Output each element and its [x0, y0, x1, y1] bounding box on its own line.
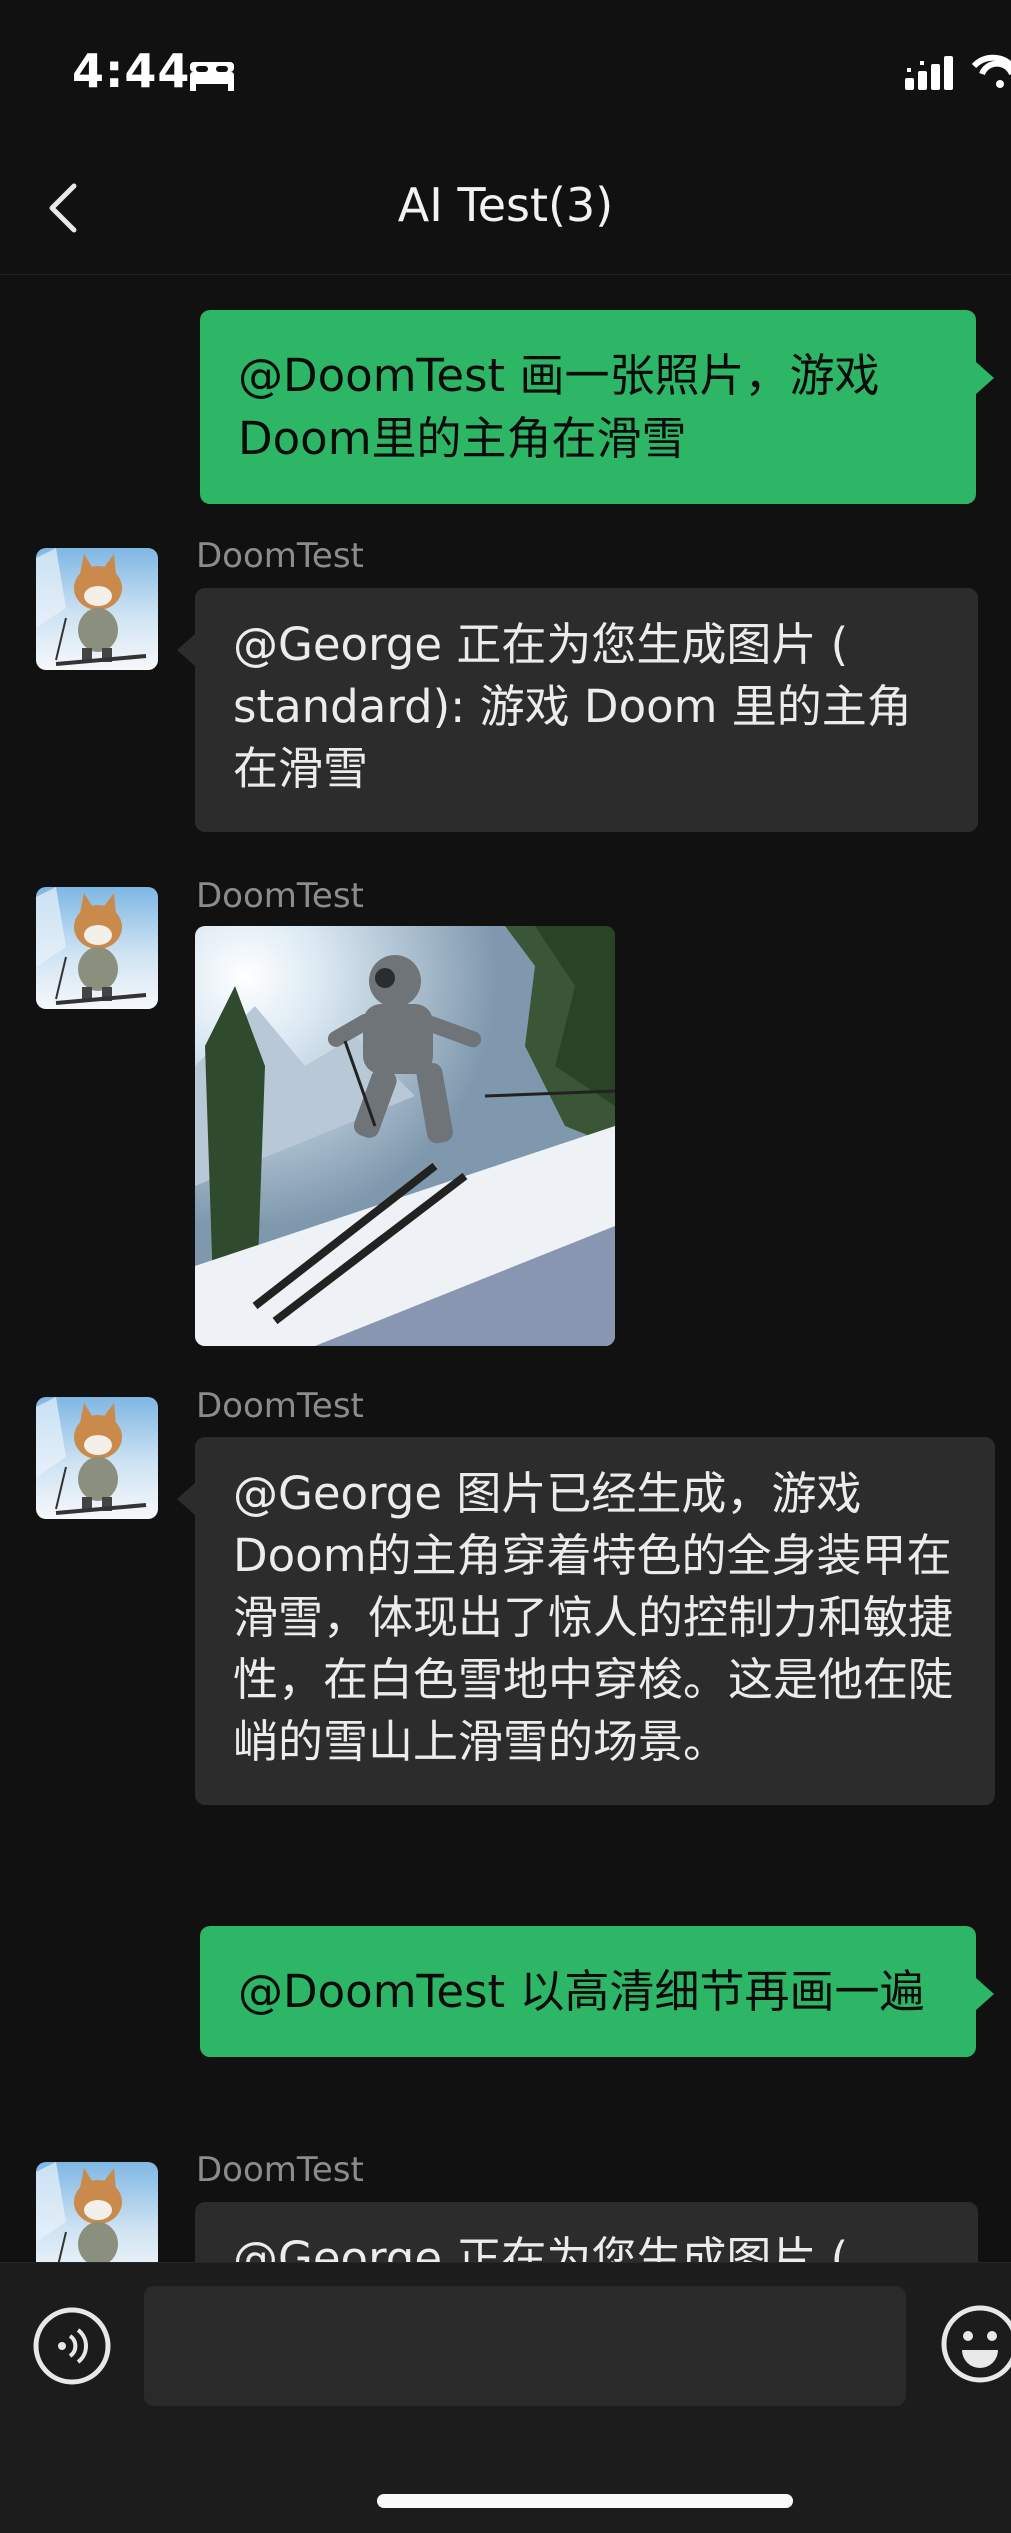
- sender-name: DoomTest: [196, 2150, 364, 2190]
- home-indicator[interactable]: [377, 2494, 793, 2508]
- message-input[interactable]: [144, 2286, 906, 2406]
- wifi-icon: [972, 54, 1011, 88]
- avatar[interactable]: [36, 1397, 158, 1519]
- status-time: 4:44: [72, 44, 191, 98]
- sender-name: DoomTest: [196, 876, 364, 916]
- voice-icon[interactable]: [32, 2306, 112, 2386]
- message-bubble-other[interactable]: @George 正在为您生成图片 ( standard): 游戏 Doom 里的…: [177, 588, 978, 832]
- generated-image[interactable]: [195, 926, 615, 1346]
- signal-icon: [905, 56, 953, 90]
- bed-icon: [190, 62, 234, 91]
- status-bar: 4:44: [0, 0, 1011, 140]
- emoji-icon[interactable]: [936, 2300, 1011, 2388]
- avatar[interactable]: [36, 887, 158, 1009]
- avatar[interactable]: [36, 548, 158, 670]
- message-bubble-other[interactable]: @George 图片已经生成，游戏Doom的主角穿着特色的全身装甲在滑雪，体现出…: [177, 1437, 995, 1805]
- message-bubble-self[interactable]: @DoomTest 画一张照片，游戏Doom里的主角在滑雪: [200, 310, 994, 504]
- chat-title: AI Test(3): [397, 178, 614, 232]
- sender-name: DoomTest: [196, 1386, 364, 1426]
- message-bubble-self[interactable]: @DoomTest 以高清细节再画一遍: [200, 1926, 994, 2057]
- sender-name: DoomTest: [196, 536, 364, 576]
